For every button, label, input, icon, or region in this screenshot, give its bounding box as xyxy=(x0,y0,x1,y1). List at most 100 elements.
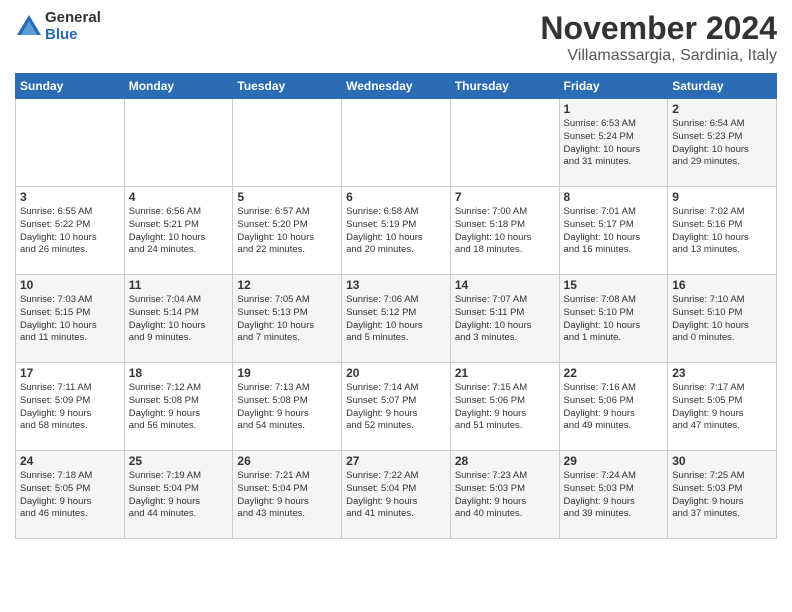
calendar-row: 17Sunrise: 7:11 AM Sunset: 5:09 PM Dayli… xyxy=(16,363,777,451)
calendar-cell: 25Sunrise: 7:19 AM Sunset: 5:04 PM Dayli… xyxy=(124,451,233,539)
day-number: 10 xyxy=(20,278,120,292)
day-number: 11 xyxy=(129,278,229,292)
day-number: 13 xyxy=(346,278,446,292)
logo: General Blue xyxy=(15,10,101,43)
day-number: 26 xyxy=(237,454,337,468)
day-info: Sunrise: 6:57 AM Sunset: 5:20 PM Dayligh… xyxy=(237,206,337,257)
calendar-cell: 4 Sunrise: 6:56 AM Sunset: 5:21 PM Daylig… xyxy=(124,187,233,275)
calendar-cell: 10 Sunrise: 7:03 AM Sunset: 5:15 PM Dayli… xyxy=(16,275,125,363)
day-info: Sunrise: 7:14 AM Sunset: 5:07 PM Dayligh… xyxy=(346,382,446,433)
calendar-row: 24 Sunrise: 7:18 AM Sunset: 5:05 PM Dayli… xyxy=(16,451,777,539)
calendar-cell: 24 Sunrise: 7:18 AM Sunset: 5:05 PM Dayli… xyxy=(16,451,125,539)
day-info: Sunrise: 7:24 AM Sunset: 5:03 PM Dayligh… xyxy=(564,470,664,521)
logo-blue: Blue xyxy=(45,27,101,44)
calendar-cell xyxy=(233,99,342,187)
day-info: Sunrise: 6:53 AM Sunset: 5:24 PM Dayligh… xyxy=(564,118,664,169)
day-info: Sunrise: 7:01 AM Sunset: 5:17 PM Dayligh… xyxy=(564,206,664,257)
day-number: 4 xyxy=(129,190,229,204)
day-number: 12 xyxy=(237,278,337,292)
day-number: 23 xyxy=(672,366,772,380)
day-number: 15 xyxy=(564,278,664,292)
calendar-cell: 5 Sunrise: 6:57 AM Sunset: 5:20 PM Daylig… xyxy=(233,187,342,275)
calendar-cell: 20Sunrise: 7:14 AM Sunset: 5:07 PM Dayli… xyxy=(342,363,451,451)
day-info: Sunrise: 7:15 AM Sunset: 5:06 PM Dayligh… xyxy=(455,382,555,433)
calendar-cell: 1 Sunrise: 6:53 AM Sunset: 5:24 PM Daylig… xyxy=(559,99,668,187)
header-day: Wednesday xyxy=(342,74,451,99)
day-number: 19 xyxy=(237,366,337,380)
calendar-cell: 11 Sunrise: 7:04 AM Sunset: 5:14 PM Dayli… xyxy=(124,275,233,363)
day-info: Sunrise: 7:03 AM Sunset: 5:15 PM Dayligh… xyxy=(20,294,120,345)
calendar-cell: 15 Sunrise: 7:08 AM Sunset: 5:10 PM Dayli… xyxy=(559,275,668,363)
day-info: Sunrise: 7:25 AM Sunset: 5:03 PM Dayligh… xyxy=(672,470,772,521)
day-info: Sunrise: 7:16 AM Sunset: 5:06 PM Dayligh… xyxy=(564,382,664,433)
calendar-cell: 26 Sunrise: 7:21 AM Sunset: 5:04 PM Dayli… xyxy=(233,451,342,539)
day-info: Sunrise: 7:19 AM Sunset: 5:04 PM Dayligh… xyxy=(129,470,229,521)
day-number: 16 xyxy=(672,278,772,292)
day-info: Sunrise: 7:05 AM Sunset: 5:13 PM Dayligh… xyxy=(237,294,337,345)
day-number: 6 xyxy=(346,190,446,204)
calendar-cell: 17Sunrise: 7:11 AM Sunset: 5:09 PM Dayli… xyxy=(16,363,125,451)
logo-general: General xyxy=(45,10,101,27)
calendar-cell: 16Sunrise: 7:10 AM Sunset: 5:10 PM Dayli… xyxy=(668,275,777,363)
day-number: 5 xyxy=(237,190,337,204)
calendar-cell: 18 Sunrise: 7:12 AM Sunset: 5:08 PM Dayli… xyxy=(124,363,233,451)
day-number: 22 xyxy=(564,366,664,380)
calendar-cell: 6 Sunrise: 6:58 AM Sunset: 5:19 PM Daylig… xyxy=(342,187,451,275)
calendar-row: 10 Sunrise: 7:03 AM Sunset: 5:15 PM Dayli… xyxy=(16,275,777,363)
day-number: 21 xyxy=(455,366,555,380)
day-info: Sunrise: 7:06 AM Sunset: 5:12 PM Dayligh… xyxy=(346,294,446,345)
logo-icon xyxy=(15,13,43,41)
day-info: Sunrise: 7:08 AM Sunset: 5:10 PM Dayligh… xyxy=(564,294,664,345)
day-number: 14 xyxy=(455,278,555,292)
day-info: Sunrise: 7:23 AM Sunset: 5:03 PM Dayligh… xyxy=(455,470,555,521)
header-day: Saturday xyxy=(668,74,777,99)
calendar-cell: 12 Sunrise: 7:05 AM Sunset: 5:13 PM Dayli… xyxy=(233,275,342,363)
day-info: Sunrise: 7:00 AM Sunset: 5:18 PM Dayligh… xyxy=(455,206,555,257)
calendar-cell: 27Sunrise: 7:22 AM Sunset: 5:04 PM Dayli… xyxy=(342,451,451,539)
calendar-cell: 2 Sunrise: 6:54 AM Sunset: 5:23 PM Daylig… xyxy=(668,99,777,187)
header-day: Sunday xyxy=(16,74,125,99)
day-info: Sunrise: 7:21 AM Sunset: 5:04 PM Dayligh… xyxy=(237,470,337,521)
calendar-cell: 9 Sunrise: 7:02 AM Sunset: 5:16 PM Daylig… xyxy=(668,187,777,275)
day-number: 3 xyxy=(20,190,120,204)
logo-text: General Blue xyxy=(45,10,101,43)
day-info: Sunrise: 7:02 AM Sunset: 5:16 PM Dayligh… xyxy=(672,206,772,257)
calendar-cell: 29 Sunrise: 7:24 AM Sunset: 5:03 PM Dayli… xyxy=(559,451,668,539)
day-info: Sunrise: 7:07 AM Sunset: 5:11 PM Dayligh… xyxy=(455,294,555,345)
day-info: Sunrise: 7:13 AM Sunset: 5:08 PM Dayligh… xyxy=(237,382,337,433)
calendar-cell: 8 Sunrise: 7:01 AM Sunset: 5:17 PM Daylig… xyxy=(559,187,668,275)
page-header: General Blue November 2024 Villamassargi… xyxy=(15,10,777,65)
header-day: Tuesday xyxy=(233,74,342,99)
calendar-cell: 3Sunrise: 6:55 AM Sunset: 5:22 PM Daylig… xyxy=(16,187,125,275)
day-number: 2 xyxy=(672,102,772,116)
location-title: Villamassargia, Sardinia, Italy xyxy=(540,47,777,65)
calendar-cell xyxy=(124,99,233,187)
day-number: 27 xyxy=(346,454,446,468)
day-number: 8 xyxy=(564,190,664,204)
day-number: 18 xyxy=(129,366,229,380)
calendar-cell xyxy=(342,99,451,187)
day-info: Sunrise: 6:56 AM Sunset: 5:21 PM Dayligh… xyxy=(129,206,229,257)
day-info: Sunrise: 6:58 AM Sunset: 5:19 PM Dayligh… xyxy=(346,206,446,257)
calendar-cell: 28Sunrise: 7:23 AM Sunset: 5:03 PM Dayli… xyxy=(450,451,559,539)
day-info: Sunrise: 7:12 AM Sunset: 5:08 PM Dayligh… xyxy=(129,382,229,433)
calendar-cell: 22 Sunrise: 7:16 AM Sunset: 5:06 PM Dayli… xyxy=(559,363,668,451)
day-info: Sunrise: 7:04 AM Sunset: 5:14 PM Dayligh… xyxy=(129,294,229,345)
calendar-row: 3Sunrise: 6:55 AM Sunset: 5:22 PM Daylig… xyxy=(16,187,777,275)
header-row: SundayMondayTuesdayWednesdayThursdayFrid… xyxy=(16,74,777,99)
day-number: 29 xyxy=(564,454,664,468)
day-info: Sunrise: 7:17 AM Sunset: 5:05 PM Dayligh… xyxy=(672,382,772,433)
calendar-cell: 21 Sunrise: 7:15 AM Sunset: 5:06 PM Dayli… xyxy=(450,363,559,451)
calendar-cell: 7Sunrise: 7:00 AM Sunset: 5:18 PM Daylig… xyxy=(450,187,559,275)
header-day: Friday xyxy=(559,74,668,99)
day-info: Sunrise: 6:54 AM Sunset: 5:23 PM Dayligh… xyxy=(672,118,772,169)
calendar-row: 1 Sunrise: 6:53 AM Sunset: 5:24 PM Daylig… xyxy=(16,99,777,187)
day-info: Sunrise: 7:18 AM Sunset: 5:05 PM Dayligh… xyxy=(20,470,120,521)
calendar-cell: 14 Sunrise: 7:07 AM Sunset: 5:11 PM Dayli… xyxy=(450,275,559,363)
day-number: 24 xyxy=(20,454,120,468)
calendar-cell xyxy=(450,99,559,187)
day-number: 9 xyxy=(672,190,772,204)
day-number: 1 xyxy=(564,102,664,116)
calendar-cell xyxy=(16,99,125,187)
month-title: November 2024 xyxy=(540,10,777,47)
